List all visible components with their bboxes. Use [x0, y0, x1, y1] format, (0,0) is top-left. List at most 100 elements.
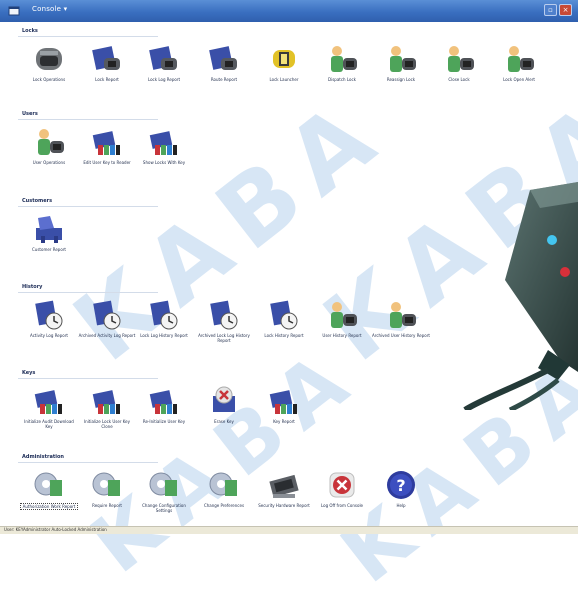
- activity-log-report-icon: [35, 300, 63, 330]
- window-title[interactable]: Console ▾: [32, 5, 67, 13]
- tile-label: Customer Report: [32, 247, 66, 252]
- tile-lock-launcher[interactable]: Lock Launcher: [255, 42, 313, 82]
- tile-label: Archived Activity Log Report: [78, 333, 136, 338]
- lock-operations-icon: [36, 48, 62, 70]
- tile-label: Lock Operations: [32, 77, 66, 82]
- status-text: User: KEYAdministrator Auto-Locked Admin…: [4, 527, 107, 532]
- tile-label: Re-Initialize User Key: [142, 419, 186, 424]
- lock-history-report-icon: [270, 300, 298, 330]
- dispatch-lock-icon: [331, 46, 357, 72]
- tile-lock-operations[interactable]: Lock Operations: [20, 42, 78, 82]
- tile-lock-report[interactable]: Lock Report: [78, 42, 136, 82]
- close-lock-icon: [448, 46, 474, 72]
- tile-key-report[interactable]: Key Report: [255, 384, 313, 424]
- tile-label: Route Report: [210, 77, 238, 82]
- app-icon[interactable]: [8, 5, 20, 16]
- tile-archived-user-history[interactable]: Archived User History Report: [372, 298, 430, 338]
- tile-label: Edit User Key to Reader: [83, 160, 131, 165]
- tile-help[interactable]: ? Help: [372, 468, 430, 508]
- tile-initialize-audit-key[interactable]: Initialize Audit Download Key: [20, 384, 78, 429]
- reassign-lock-icon: [390, 46, 416, 72]
- tile-customer-report[interactable]: Customer Report: [20, 212, 78, 252]
- reinitialize-user-key-icon: [149, 390, 177, 414]
- tile-archived-activity-log[interactable]: Archived Activity Log Report: [78, 298, 136, 338]
- tile-initialize-key-clone[interactable]: Initialize Lock User Key Clone: [78, 384, 136, 429]
- edit-user-key-icon: [92, 131, 120, 155]
- lock-log-report-icon: [149, 46, 177, 70]
- archived-activity-log-icon: [93, 300, 121, 330]
- tile-label: Erase Key: [214, 419, 234, 424]
- svg-text:?: ?: [396, 476, 405, 495]
- tile-require-report[interactable]: Require Report: [78, 468, 136, 508]
- tile-label: Change Configuration Settings: [142, 503, 186, 513]
- tile-change-preferences[interactable]: Change Preferences: [195, 468, 253, 508]
- title-bar: Console ▾ ▫ ×: [0, 0, 578, 22]
- tile-erase-key[interactable]: Erase Key: [195, 384, 253, 424]
- tile-lock-log-history[interactable]: Lock Log History Report: [135, 298, 193, 338]
- tile-label: Require Report: [92, 503, 122, 508]
- section-header-administration: Administration: [22, 454, 64, 460]
- minimize-icon[interactable]: ▫: [544, 4, 557, 16]
- tile-lock-log-report[interactable]: Lock Log Report: [135, 42, 193, 82]
- tile-label: Show Locks With Key: [142, 160, 186, 165]
- tile-label: Authorization Work Report: [20, 503, 78, 510]
- section-divider: [18, 378, 158, 379]
- section-divider: [18, 292, 158, 293]
- tile-lock-history-report[interactable]: Lock History Report: [255, 298, 313, 338]
- section-header-users: Users: [22, 111, 38, 117]
- tile-authorization-report[interactable]: Authorization Work Report: [20, 468, 78, 510]
- user-history-report-icon: [331, 302, 357, 328]
- lock-log-history-icon: [150, 300, 178, 330]
- close-icon[interactable]: ×: [559, 4, 572, 16]
- tile-route-report[interactable]: Route Report: [195, 42, 253, 82]
- lock-report-icon: [92, 46, 120, 70]
- initialize-audit-key-icon: [34, 390, 62, 414]
- tile-label: Initialize Audit Download Key: [24, 419, 74, 429]
- tile-edit-user-key[interactable]: Edit User Key to Reader: [78, 125, 136, 165]
- tile-label: Close Lock: [448, 77, 470, 82]
- tile-label: User History Report: [322, 333, 362, 338]
- tile-user-history-report[interactable]: User History Report: [313, 298, 371, 338]
- show-locks-with-key-icon: [149, 131, 177, 155]
- section-header-customers: Customers: [22, 198, 53, 204]
- tile-activity-log-report[interactable]: Activity Log Report: [20, 298, 78, 338]
- tile-security-hardware-report[interactable]: Security Hardware Report: [255, 468, 313, 508]
- tile-log-off[interactable]: Log Off from Console: [313, 468, 371, 508]
- status-led-red: [560, 267, 570, 277]
- key-report-icon: [269, 390, 297, 414]
- tile-archived-lock-log-history[interactable]: Archived Lock Log History Report: [195, 298, 253, 343]
- tile-label: Reassign Lock: [386, 77, 416, 82]
- user-operations-icon: [38, 129, 64, 155]
- tile-dispatch-lock[interactable]: Dispatch Lock: [313, 42, 371, 82]
- tile-close-lock[interactable]: Close Lock: [430, 42, 488, 82]
- tile-reassign-lock[interactable]: Reassign Lock: [372, 42, 430, 82]
- tile-label: Activity Log Report: [30, 333, 68, 338]
- log-off-icon: [329, 472, 355, 498]
- tile-label: User Operations: [32, 160, 66, 165]
- tile-label: Archived User History Report: [372, 333, 430, 338]
- tile-reinitialize-user-key[interactable]: Re-Initialize User Key: [135, 384, 193, 424]
- tile-label: Change Preferences: [203, 503, 245, 508]
- change-preferences-icon: [209, 472, 237, 496]
- tile-lock-open-alert[interactable]: Lock Open Alert: [490, 42, 548, 82]
- customer-report-icon: [36, 216, 62, 243]
- tile-label: Security Hardware Report: [258, 503, 310, 508]
- section-divider: [18, 206, 158, 207]
- tile-user-operations[interactable]: User Operations: [20, 125, 78, 165]
- lock-launcher-icon: [273, 50, 295, 68]
- tile-show-locks-with-key[interactable]: Show Locks With Key: [135, 125, 193, 165]
- tile-label: Dispatch Lock: [328, 77, 356, 82]
- key-reader-device-image: [463, 182, 578, 410]
- tile-label: Lock Launcher: [269, 77, 299, 82]
- archived-user-history-icon: [390, 302, 416, 328]
- section-header-keys: Keys: [22, 370, 36, 376]
- tile-label: Lock Log History Report: [140, 333, 188, 338]
- tile-label: Lock Open Alert: [503, 77, 535, 82]
- tile-change-configuration[interactable]: Change Configuration Settings: [135, 468, 193, 513]
- require-report-icon: [92, 472, 120, 496]
- initialize-key-clone-icon: [92, 390, 120, 414]
- tile-label: Lock History Report: [264, 333, 304, 338]
- section-divider: [18, 119, 158, 120]
- tile-label: Key Report: [273, 419, 295, 424]
- tile-label: Lock Log Report: [147, 77, 181, 82]
